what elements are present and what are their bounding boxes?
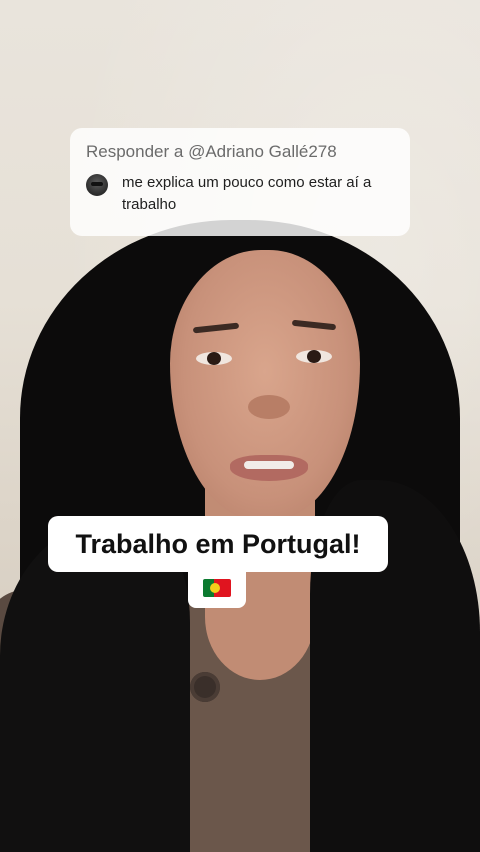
user-avatar-icon xyxy=(86,174,108,196)
mouth xyxy=(230,455,308,481)
video-caption: Trabalho em Portugal! xyxy=(48,516,388,572)
caption-flag-box xyxy=(188,568,246,608)
reply-comment-text: me explica um pouco como estar aí a trab… xyxy=(122,174,372,213)
portugal-flag-icon xyxy=(203,579,231,597)
reply-title: Responder a @Adriano Gallé278 xyxy=(86,142,337,161)
reply-comment-row: me explica um pouco como estar aí a trab… xyxy=(86,172,394,216)
nose xyxy=(248,395,290,419)
reply-comment-card[interactable]: Responder a @Adriano Gallé278 me explica… xyxy=(70,128,410,236)
left-eye xyxy=(196,352,232,365)
sweater-button xyxy=(190,672,220,702)
video-frame[interactable]: Responder a @Adriano Gallé278 me explica… xyxy=(0,0,480,852)
right-eye xyxy=(296,350,332,363)
